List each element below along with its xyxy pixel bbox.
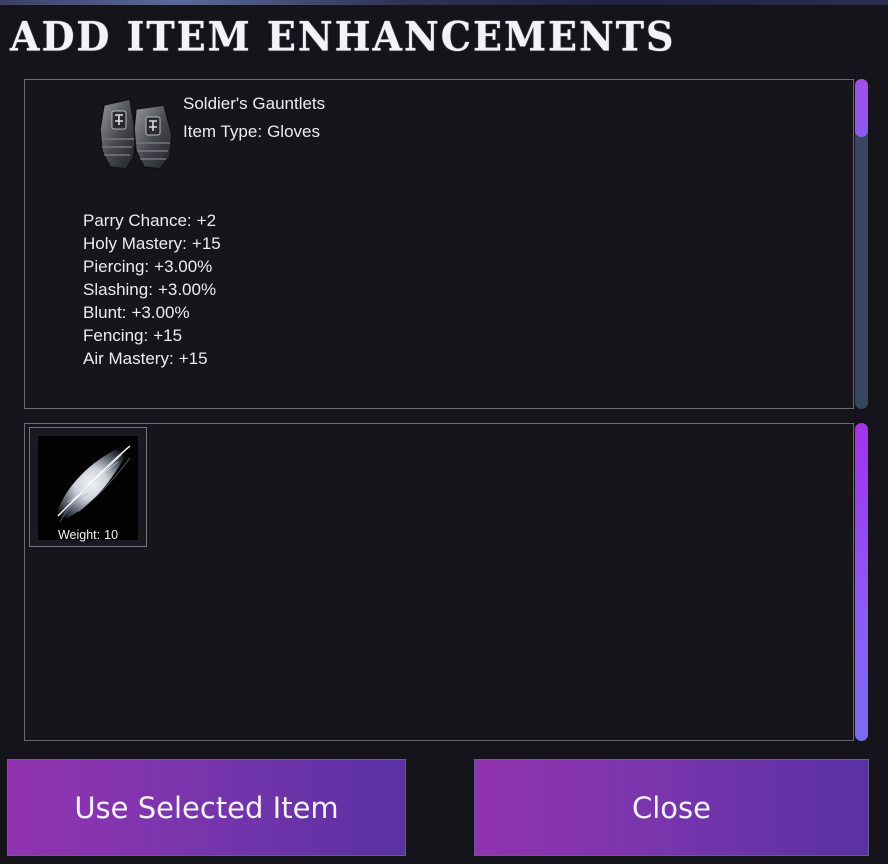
stat-row: Fencing: +15 [83, 324, 221, 347]
stat-row: Holy Mastery: +15 [83, 232, 221, 255]
stat-value: +15 [191, 234, 221, 253]
stat-value: +15 [153, 326, 183, 345]
weight-value: 10 [104, 528, 119, 542]
item-type-label: Item Type: [183, 122, 263, 141]
stat-name: Slashing: [83, 280, 153, 299]
stat-value: +2 [196, 211, 217, 230]
window-title: ADD ITEM ENHANCEMENTS [10, 12, 676, 61]
close-button[interactable]: Close [474, 759, 869, 856]
use-selected-item-button[interactable]: Use Selected Item [7, 759, 406, 856]
stat-value: +15 [178, 349, 208, 368]
stat-row: Blunt: +3.00% [83, 301, 221, 324]
feather-icon [38, 436, 138, 540]
enhancements-panel [24, 423, 854, 741]
details-scrollbar-thumb[interactable] [855, 79, 868, 137]
stat-row: Air Mastery: +15 [83, 347, 221, 370]
details-scrollbar[interactable] [855, 79, 868, 409]
stat-name: Air Mastery: [83, 349, 174, 368]
stat-value: +3.00% [131, 303, 190, 322]
stat-name: Parry Chance: [83, 211, 192, 230]
item-type: Item Type: Gloves [183, 122, 320, 142]
window-top-strip [0, 0, 888, 5]
enhancement-weight: Weight: 10 [30, 528, 146, 542]
enhancements-scrollbar-thumb[interactable] [855, 423, 868, 741]
item-stats-list: Parry Chance: +2 Holy Mastery: +15 Piercin… [83, 209, 221, 370]
gauntlets-icon [96, 95, 180, 173]
stat-name: Blunt: [83, 303, 127, 322]
item-type-value: Gloves [267, 122, 320, 141]
enhancements-scrollbar[interactable] [855, 423, 868, 741]
weight-label: Weight: [57, 528, 101, 542]
enhancement-slot[interactable]: Weight: 10 [29, 427, 147, 547]
stat-value: +3.00% [157, 280, 217, 299]
item-name: Soldier's Gauntlets [183, 94, 326, 113]
stat-value: +3.00% [154, 257, 213, 276]
stat-row: Piercing: +3.00% [83, 255, 221, 278]
stat-row: Parry Chance: +2 [83, 209, 221, 232]
stat-name: Fencing: [83, 326, 149, 345]
stat-row: Slashing: +3.00% [83, 278, 221, 301]
stat-name: Holy Mastery: [83, 234, 187, 253]
stat-name: Piercing: [83, 257, 150, 276]
